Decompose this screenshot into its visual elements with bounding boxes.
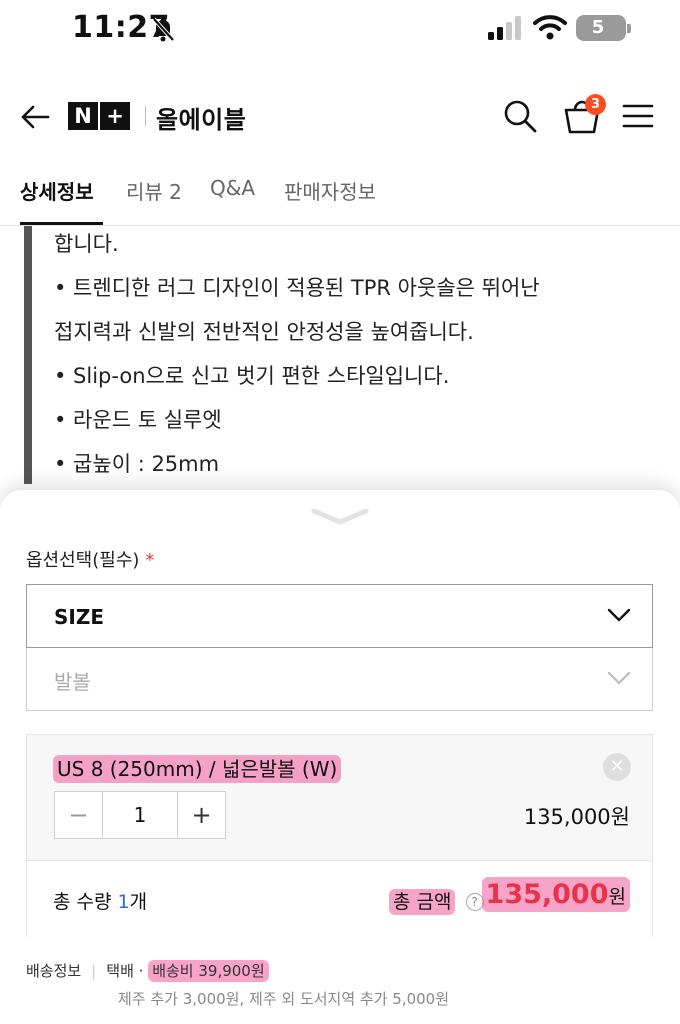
quantity-stepper: − 1 +	[54, 791, 226, 839]
selected-option-name-text: US 8 (250mm) / 넓은발볼 (W)	[53, 755, 342, 783]
line-price: 135,000원	[523, 805, 630, 829]
tab-seller-info[interactable]: 판매자정보	[284, 176, 376, 205]
description-line: • Slip-on으로 신고 벗기 편한 스타일입니다.	[54, 364, 450, 388]
signal-icon	[488, 16, 521, 40]
remove-option-close-icon[interactable]: ✕	[603, 753, 631, 781]
battery-icon: 5	[576, 15, 631, 41]
total-quantity-label: 총 수량	[53, 891, 118, 913]
total-quantity-unit: 개	[129, 891, 148, 913]
store-name[interactable]: 올에이블	[156, 100, 246, 135]
description-line: • 라운드 토 실루엣	[54, 408, 222, 432]
silent-bell-icon	[152, 17, 175, 42]
tab-qna[interactable]: Q&A	[210, 176, 255, 200]
foot-width-select-value: 발볼	[54, 670, 91, 694]
required-mark: *	[145, 550, 155, 571]
increment-button[interactable]: +	[177, 792, 225, 838]
app-header: N + 올에이블 3	[0, 88, 680, 144]
decrement-button[interactable]: −	[55, 792, 103, 838]
shipping-label: 배송정보	[26, 962, 82, 980]
total-quantity-value: 1	[117, 891, 130, 913]
description-quote-bar	[24, 226, 32, 484]
order-summary-row: 총 수량 1개 총 금액 ? 135,000원	[27, 860, 652, 937]
battery-level: 5	[591, 17, 605, 38]
chevron-down-icon	[607, 608, 631, 622]
selected-option-name: US 8 (250mm) / 넓은발볼 (W)	[53, 753, 342, 783]
product-description: 합니다. • 트렌디한 러그 디자인이 적용된 TPR 아웃솔은 뛰어난 접지력…	[24, 226, 680, 484]
description-line: 합니다.	[54, 232, 119, 256]
size-select-value: SIZE	[54, 605, 105, 629]
collapse-chevron-icon[interactable]	[310, 506, 370, 526]
size-select[interactable]: SIZE	[26, 584, 653, 648]
hamburger-menu-icon[interactable]	[622, 102, 654, 130]
total-amount-label: 총 금액 ?	[389, 887, 484, 915]
total-amount-unit: 원	[608, 886, 626, 908]
chevron-down-icon	[607, 671, 631, 685]
wifi-icon	[533, 15, 567, 40]
total-amount-label-text: 총 금액	[389, 889, 456, 915]
total-amount: 135,000원	[481, 877, 630, 912]
total-amount-number: 135,000	[485, 879, 609, 910]
total-amount-value: 135,000원	[481, 877, 630, 912]
option-label-text: 옵션선택(필수)	[26, 550, 140, 571]
tab-detail[interactable]: 상세정보	[20, 176, 94, 205]
active-tab-indicator	[20, 222, 103, 225]
search-icon[interactable]	[502, 98, 538, 134]
shipping-fee: 배송비 39,900원	[148, 960, 269, 982]
option-bottom-sheet: 옵션선택(필수) * SIZE 발볼 US 8 (250mm) / 넓은발볼 (W…	[0, 490, 680, 1024]
product-tabs: 상세정보 리뷰 2 Q&A 판매자정보	[0, 154, 680, 226]
naver-plus-logo-plus[interactable]: +	[100, 102, 130, 130]
description-line: • 굽높이 : 25mm	[54, 452, 220, 476]
status-bar: 11:27 5	[0, 0, 680, 56]
foot-width-select[interactable]: 발볼	[26, 648, 653, 711]
back-arrow-icon[interactable]	[18, 100, 52, 134]
option-label: 옵션선택(필수) *	[26, 546, 154, 572]
logo-divider	[145, 106, 146, 126]
quantity-value[interactable]: 1	[103, 792, 177, 838]
shipping-info: 배송정보 | 택배 · 배송비 39,900원	[26, 960, 666, 982]
description-line: • 트렌디한 러그 디자인이 적용된 TPR 아웃솔은 뛰어난	[54, 276, 540, 300]
naver-plus-logo-n[interactable]: N	[68, 102, 98, 130]
shipping-method: 택배 ·	[106, 962, 144, 980]
cart-count-badge: 3	[585, 94, 606, 115]
battery-nub	[627, 24, 631, 33]
total-quantity: 총 수량 1개	[53, 887, 147, 914]
shipping-divider: |	[91, 962, 97, 980]
shipping-extra-fee: 제주 추가 3,000원, 제주 외 도서지역 추가 5,000원	[118, 990, 450, 1008]
tab-reviews[interactable]: 리뷰 2	[126, 176, 182, 205]
selected-option-card: US 8 (250mm) / 넓은발볼 (W) ✕ − 1 + 135,000원…	[26, 734, 653, 937]
description-line: 접지력과 신발의 전반적인 안정성을 높여줍니다.	[54, 320, 474, 344]
